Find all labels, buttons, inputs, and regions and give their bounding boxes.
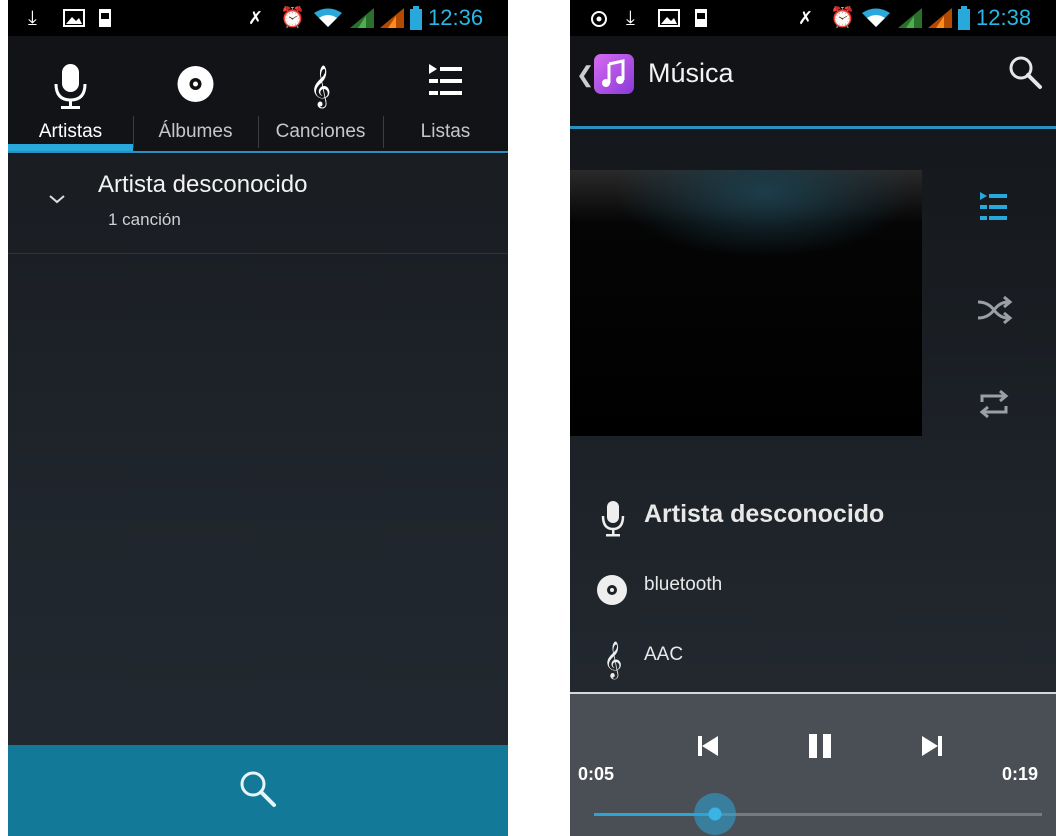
battery-icon xyxy=(958,6,970,30)
signal-icon-2 xyxy=(928,8,952,28)
back-chevron-icon[interactable]: ❮ xyxy=(576,62,594,88)
sd-icon xyxy=(99,9,111,27)
next-icon[interactable] xyxy=(914,728,950,764)
bottom-search-bar xyxy=(8,745,508,836)
mute-icon: ✗ xyxy=(798,8,814,28)
music-app-icon[interactable] xyxy=(594,54,634,94)
microphone-icon xyxy=(54,64,87,109)
artist-name: Artista desconocido xyxy=(98,171,308,198)
action-bar-divider xyxy=(570,126,1056,129)
mute-icon: ✗ xyxy=(248,8,264,28)
repeat-icon[interactable] xyxy=(970,380,1018,428)
tab-label: Álbumes xyxy=(158,121,233,142)
library-tabs: Artistas Álbumes 𝄞 Canciones Listas xyxy=(8,36,508,154)
tab-artists[interactable]: Artistas xyxy=(8,36,133,150)
download-icon: ⤓ xyxy=(626,7,635,29)
treble-clef-icon: 𝄞 xyxy=(603,641,623,677)
previous-icon[interactable] xyxy=(690,728,726,764)
download-icon: ⤓ xyxy=(28,7,37,29)
alarm-icon: ⏰ xyxy=(830,7,855,29)
chevron-down-icon[interactable] xyxy=(48,193,66,205)
track-album: bluetooth xyxy=(644,574,723,595)
track-artist: Artista desconocido xyxy=(644,500,885,528)
signal-icon xyxy=(898,8,922,28)
signal-icon xyxy=(350,8,374,28)
sd-icon xyxy=(695,9,707,27)
alarm-icon: ⏰ xyxy=(280,7,305,29)
search-icon[interactable] xyxy=(1006,53,1044,91)
status-time: 12:38 xyxy=(976,5,1032,30)
tab-label: Listas xyxy=(420,121,471,142)
pause-icon[interactable] xyxy=(802,728,838,764)
tab-playlists[interactable]: Listas xyxy=(383,36,508,150)
microphone-icon xyxy=(601,501,625,537)
seek-thumb[interactable] xyxy=(693,793,736,835)
status-bar: ⤓ ✗ ⏰ 12:38 xyxy=(570,0,1056,36)
search-icon[interactable] xyxy=(236,767,280,811)
app-title: Música xyxy=(648,58,734,88)
now-playing-screen: ⤓ ✗ ⏰ 12:38 ❮ Música Artista desconocido… xyxy=(570,0,1056,836)
elapsed-time: 0:05 xyxy=(578,764,615,784)
battery-icon xyxy=(410,6,422,30)
action-bar: ❮ Música xyxy=(570,36,1056,128)
signal-icon-2 xyxy=(380,8,404,28)
image-icon xyxy=(658,9,680,27)
total-time: 0:19 xyxy=(1002,764,1039,784)
status-bar: ⤓ ✗ ⏰ 12:36 xyxy=(8,0,508,36)
tab-label: Canciones xyxy=(275,121,366,142)
image-icon xyxy=(63,9,85,27)
music-library-screen: ⤓ ✗ ⏰ 12:36 Artistas Álbumes 𝄞 Canciones… xyxy=(8,0,508,836)
playback-controls: 0:05 0:19 xyxy=(570,692,1056,836)
record-icon xyxy=(591,11,607,27)
shuffle-icon[interactable] xyxy=(970,286,1018,334)
treble-clef-icon: 𝄞 xyxy=(309,65,332,106)
tab-albums[interactable]: Álbumes xyxy=(133,36,258,150)
status-time: 12:36 xyxy=(428,5,484,30)
seek-bar[interactable] xyxy=(594,793,1042,835)
wifi-icon xyxy=(314,8,342,27)
song-count: 1 canción xyxy=(108,210,181,229)
disc-icon xyxy=(597,575,627,605)
tab-label: Artistas xyxy=(38,121,103,142)
album-art xyxy=(570,170,922,436)
playlist-icon xyxy=(429,64,462,95)
playlist-icon[interactable] xyxy=(970,184,1018,232)
list-item-artist[interactable]: Artista desconocido 1 canción xyxy=(8,153,508,254)
wifi-icon xyxy=(862,8,890,27)
tab-songs[interactable]: 𝄞 Canciones xyxy=(258,36,383,150)
disc-icon xyxy=(177,66,214,102)
active-tab-indicator xyxy=(8,144,133,151)
track-song: AAC xyxy=(644,644,684,665)
